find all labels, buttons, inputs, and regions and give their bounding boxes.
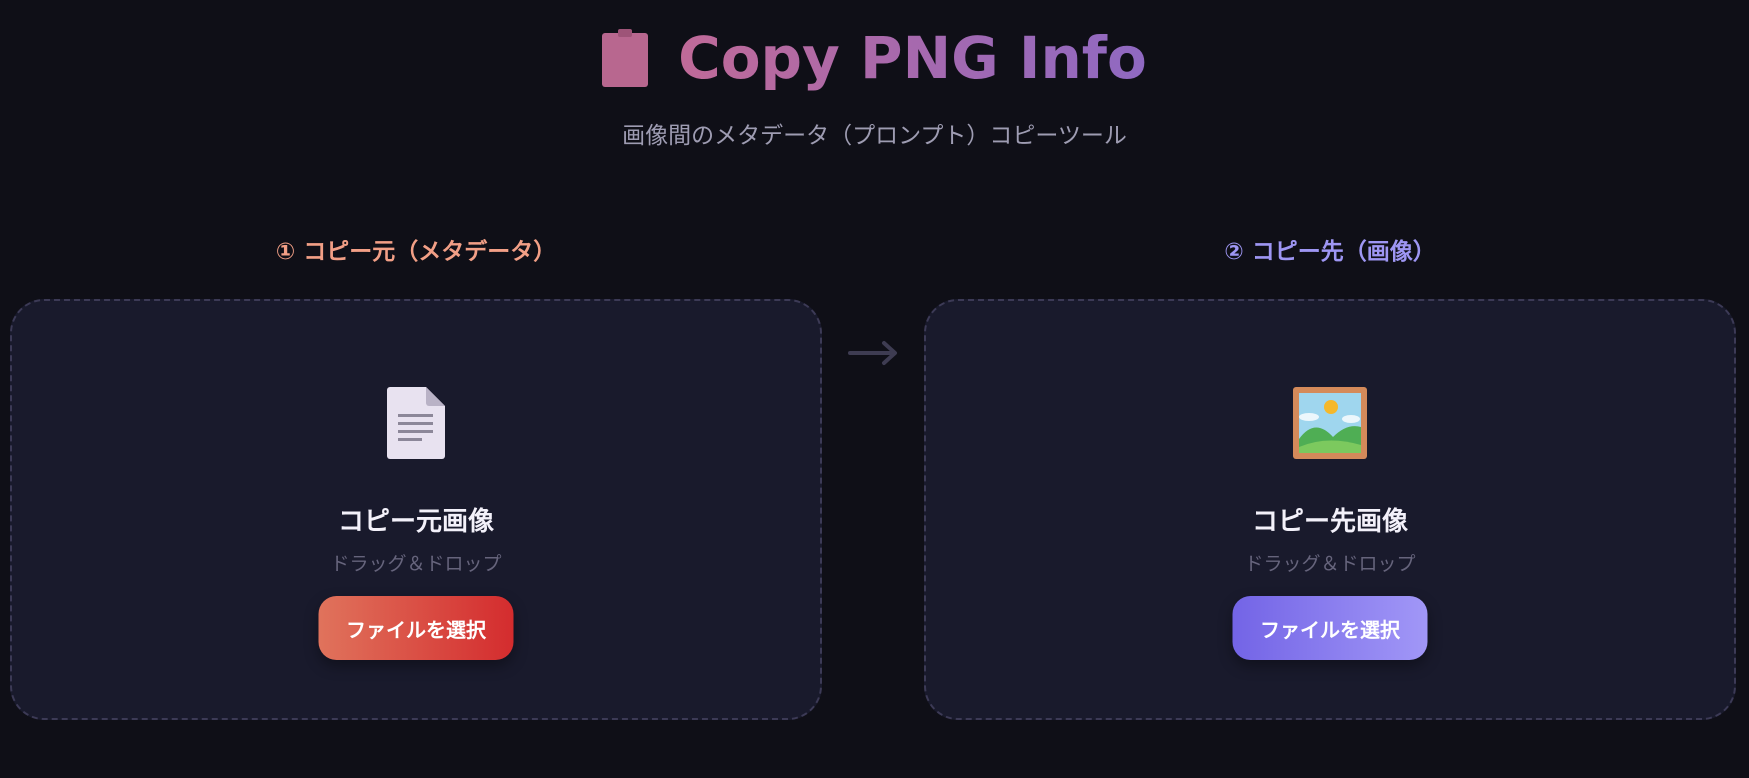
document-icon <box>387 387 445 459</box>
page-subtitle: 画像間のメタデータ（プロンプト）コピーツール <box>622 123 1127 149</box>
source-panel-title: コピー元画像 <box>337 507 494 537</box>
target-drop-hint: ドラッグ＆ドロップ <box>1244 553 1416 575</box>
source-drop-zone[interactable]: コピー元画像 ドラッグ＆ドロップ ファイルを選択 <box>10 299 822 720</box>
title-row: Copy PNG Info <box>0 20 1749 96</box>
page-title: Copy PNG Info <box>678 20 1147 96</box>
target-drop-zone[interactable]: コピー先画像 ドラッグ＆ドロップ ファイルを選択 <box>924 299 1736 720</box>
clipboard-icon <box>602 29 649 87</box>
source-select-file-button[interactable]: ファイルを選択 <box>318 596 514 660</box>
framed-picture-icon <box>1293 387 1367 459</box>
target-section-label: ② コピー先（画像） <box>1224 239 1436 265</box>
target-panel-title: コピー先画像 <box>1251 507 1408 537</box>
target-select-file-button[interactable]: ファイルを選択 <box>1232 596 1428 660</box>
source-drop-hint: ドラッグ＆ドロップ <box>330 553 502 575</box>
right-arrow-icon <box>848 341 897 365</box>
source-section-label: ① コピー元（メタデータ） <box>275 239 557 265</box>
